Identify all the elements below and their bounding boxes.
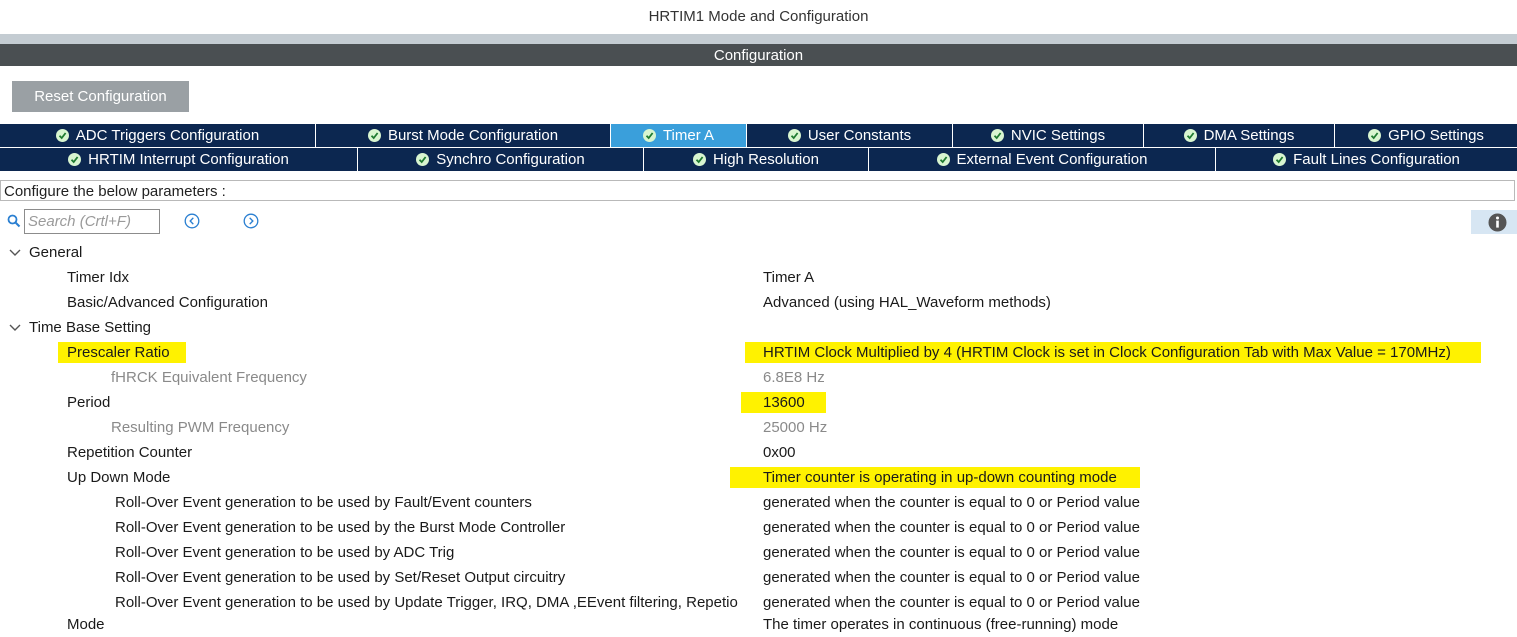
param-row-repetition-counter[interactable]: Repetition Counter 0x00 <box>0 440 1517 465</box>
tab-dma-settings[interactable]: DMA Settings <box>1144 124 1335 147</box>
check-circle-icon <box>787 129 801 142</box>
check-circle-icon <box>367 129 381 142</box>
chevron-down-icon[interactable] <box>9 240 21 265</box>
tab-gpio-settings[interactable]: GPIO Settings <box>1335 124 1517 147</box>
info-icon[interactable] <box>1488 213 1507 237</box>
group-time-base-setting[interactable]: Time Base Setting <box>0 315 1517 340</box>
tab-label: HRTIM Interrupt Configuration <box>88 151 289 168</box>
configure-parameters-hint: Configure the below parameters : <box>0 180 1515 201</box>
tab-label: External Event Configuration <box>956 151 1148 168</box>
tab-label: GPIO Settings <box>1388 127 1484 144</box>
tab-label: Synchro Configuration <box>436 151 585 168</box>
tab-high-resolution[interactable]: High Resolution <box>644 148 869 171</box>
param-value: The timer operates in continuous (free-r… <box>763 616 1119 633</box>
tab-timer-a[interactable]: Timer A <box>611 124 747 147</box>
group-label: General <box>29 244 83 261</box>
check-circle-icon <box>55 129 69 142</box>
param-value: Timer counter is operating in up-down co… <box>763 469 1117 486</box>
next-result-icon[interactable] <box>243 213 259 229</box>
param-row-basic-advanced[interactable]: Basic/Advanced Configuration Advanced (u… <box>0 290 1517 315</box>
check-circle-icon <box>416 153 430 166</box>
param-row-rollover-burst[interactable]: Roll-Over Event generation to be used by… <box>0 515 1517 540</box>
tab-hrtim-interrupt[interactable]: HRTIM Interrupt Configuration <box>0 148 358 171</box>
param-row-fhrck-frequency: fHRCK Equivalent Frequency 6.8E8 Hz <box>0 365 1517 390</box>
param-row-rollover-fault[interactable]: Roll-Over Event generation to be used by… <box>0 490 1517 515</box>
param-value: generated when the counter is equal to 0… <box>763 569 1140 586</box>
param-name: Roll-Over Event generation to be used by… <box>115 494 532 511</box>
tab-external-event[interactable]: External Event Configuration <box>869 148 1216 171</box>
window-title: HRTIM1 Mode and Configuration <box>648 8 869 25</box>
tab-label: High Resolution <box>713 151 819 168</box>
param-row-timer-idx[interactable]: Timer Idx Timer A <box>0 265 1517 290</box>
search-input[interactable] <box>24 209 160 234</box>
check-circle-icon <box>1368 129 1382 142</box>
tab-label: NVIC Settings <box>1010 127 1106 144</box>
check-circle-icon <box>990 129 1004 142</box>
tab-row-1: ADC Triggers Configuration Burst Mode Co… <box>0 124 1517 147</box>
param-value: generated when the counter is equal to 0… <box>763 544 1140 561</box>
param-name: Resulting PWM Frequency <box>111 419 290 436</box>
param-value: 6.8E8 Hz <box>763 369 825 386</box>
configuration-header: Configuration <box>0 44 1517 66</box>
tab-label: ADC Triggers Configuration <box>75 127 260 144</box>
tab-synchro[interactable]: Synchro Configuration <box>358 148 644 171</box>
tab-nvic-settings[interactable]: NVIC Settings <box>953 124 1144 147</box>
tab-user-constants[interactable]: User Constants <box>747 124 953 147</box>
check-circle-icon <box>1273 153 1287 166</box>
check-circle-icon <box>1183 129 1197 142</box>
param-value: generated when the counter is equal to 0… <box>763 494 1140 511</box>
check-circle-icon <box>936 153 950 166</box>
param-name: fHRCK Equivalent Frequency <box>111 369 307 386</box>
title-divider <box>0 34 1517 44</box>
previous-result-icon[interactable] <box>184 213 200 229</box>
tab-label: User Constants <box>807 127 912 144</box>
param-value: HRTIM Clock Multiplied by 4 (HRTIM Clock… <box>763 344 1451 361</box>
param-name: Roll-Over Event generation to be used by… <box>115 519 566 536</box>
check-circle-icon <box>642 129 656 142</box>
tab-label: Timer A <box>662 127 715 144</box>
param-value: 0x00 <box>763 444 796 461</box>
param-name: Up Down Mode <box>67 469 171 486</box>
param-name: Period <box>67 394 111 411</box>
group-general[interactable]: General <box>0 240 1517 265</box>
search-icon <box>7 214 21 233</box>
group-label: Time Base Setting <box>29 319 151 336</box>
tab-burst-mode[interactable]: Burst Mode Configuration <box>316 124 611 147</box>
tab-adc-triggers[interactable]: ADC Triggers Configuration <box>0 124 316 147</box>
param-row-prescaler-ratio[interactable]: Prescaler Ratio HRTIM Clock Multiplied b… <box>0 340 1517 365</box>
param-name: Mode <box>67 616 105 633</box>
tab-label: Burst Mode Configuration <box>387 127 559 144</box>
param-row-up-down-mode[interactable]: Up Down Mode Timer counter is operating … <box>0 465 1517 490</box>
tab-row-2: HRTIM Interrupt Configuration Synchro Co… <box>0 147 1517 171</box>
param-name: Basic/Advanced Configuration <box>67 294 268 311</box>
tab-label: DMA Settings <box>1203 127 1295 144</box>
tab-fault-lines[interactable]: Fault Lines Configuration <box>1216 148 1517 171</box>
param-row-mode[interactable]: Mode The timer operates in continuous (f… <box>0 612 1517 637</box>
param-value: generated when the counter is equal to 0… <box>763 519 1140 536</box>
param-value: Timer A <box>763 269 815 286</box>
tab-label: Fault Lines Configuration <box>1293 151 1460 168</box>
param-value: 25000 Hz <box>763 419 828 436</box>
param-value: Advanced (using HAL_Waveform methods) <box>763 294 1051 311</box>
param-name: Roll-Over Event generation to be used by… <box>115 569 566 586</box>
check-circle-icon <box>68 153 82 166</box>
param-value: 13600 <box>763 394 805 411</box>
check-circle-icon <box>693 153 707 166</box>
reset-configuration-button[interactable]: Reset Configuration <box>12 81 189 112</box>
param-name: Prescaler Ratio <box>67 344 170 361</box>
param-row-rollover-adc[interactable]: Roll-Over Event generation to be used by… <box>0 540 1517 565</box>
param-row-rollover-setreset[interactable]: Roll-Over Event generation to be used by… <box>0 565 1517 590</box>
param-name: Roll-Over Event generation to be used by… <box>115 544 455 561</box>
param-row-period[interactable]: Period 13600 <box>0 390 1517 415</box>
param-name: Timer Idx <box>67 269 129 286</box>
param-row-pwm-frequency: Resulting PWM Frequency 25000 Hz <box>0 415 1517 440</box>
param-name: Repetition Counter <box>67 444 193 461</box>
chevron-down-icon[interactable] <box>9 315 21 340</box>
